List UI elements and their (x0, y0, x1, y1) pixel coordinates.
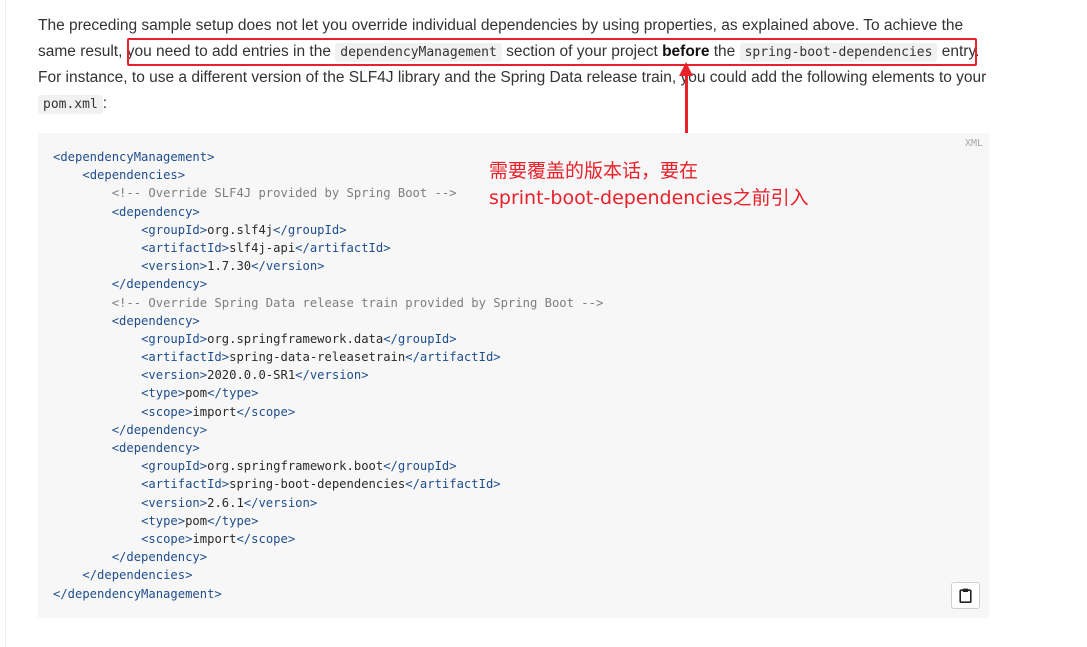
xml-tag: </type> (207, 513, 259, 528)
xml-tag: </groupId> (383, 331, 457, 346)
red-arrow-head-icon (679, 62, 693, 76)
xml-value: import (192, 531, 237, 546)
inline-code-pom-xml: pom.xml (38, 94, 103, 114)
xml-value: pom (185, 386, 208, 401)
code-line: <dependency> (53, 312, 603, 330)
copy-button[interactable] (951, 582, 980, 609)
code-line: <version>2020.0.0-SR1</version> (53, 366, 603, 384)
xml-tag: <artifactId> (141, 477, 230, 492)
clipboard-icon (959, 588, 972, 603)
xml-tag: <dependencies> (82, 168, 186, 183)
xml-tag: </dependency> (111, 277, 208, 292)
xml-tag: <version> (141, 368, 208, 383)
xml-value: org.springframework.data (207, 331, 384, 346)
xml-tag: </dependencyManagement> (53, 586, 222, 601)
xml-tag: <type> (141, 513, 186, 528)
xml-tag: <groupId> (141, 459, 208, 474)
xml-tag: </artifactId> (295, 240, 391, 255)
xml-tag: </groupId> (273, 222, 347, 237)
xml-tag: <dependency> (111, 441, 200, 455)
xml-tag: </version> (295, 368, 369, 383)
annotation-line-1: 需要覆盖的版本话，要在 (489, 160, 699, 182)
xml-comment: <!-- Override Spring Data release train … (111, 295, 604, 310)
xml-tag: <dependency> (111, 313, 200, 328)
page-left-rule (5, 0, 6, 647)
code-language-label: XML (964, 138, 983, 149)
code-line: <type>pom</type> (53, 512, 603, 530)
xml-value: 2020.0.0-SR1 (207, 368, 296, 383)
xml-value: slf4j-api (229, 240, 296, 255)
annotation-text: 需要覆盖的版本话，要在 sprint-boot-dependencies之前引入 (489, 158, 809, 212)
xml-tag: </version> (251, 259, 325, 274)
xml-tag: <type> (141, 386, 186, 401)
xml-tag: </dependency> (111, 550, 208, 565)
code-line: <artifactId>spring-data-releasetrain</ar… (53, 348, 603, 366)
xml-value: spring-boot-dependencies (229, 477, 406, 492)
code-line: <!-- Override Spring Data release train … (53, 294, 604, 312)
code-line: </dependencies> (53, 566, 603, 584)
xml-value: 2.6.1 (207, 495, 244, 510)
xml-tag: <version> (141, 259, 208, 274)
red-highlight-box (127, 38, 977, 66)
code-line: <version>2.6.1</version> (53, 494, 603, 512)
code-line: </dependency> (53, 275, 603, 293)
xml-tag: <dependencyManagement> (53, 150, 215, 164)
code-line: <version>1.7.30</version> (53, 257, 603, 275)
xml-tag: </artifactId> (405, 350, 501, 365)
annotation-line-2: sprint-boot-dependencies之前引入 (489, 187, 809, 209)
xml-value: import (192, 404, 237, 419)
xml-value: 1.7.30 (207, 259, 252, 274)
code-line: </dependencyManagement> (53, 585, 603, 603)
xml-tag: </version> (243, 495, 318, 510)
xml-tag: <groupId> (141, 222, 208, 237)
code-line: <artifactId>slf4j-api</artifactId> (53, 239, 603, 257)
xml-value: org.springframework.boot (207, 459, 384, 474)
xml-comment: <!-- Override SLF4J provided by Spring B… (111, 186, 457, 201)
xml-tag: </type> (207, 386, 259, 401)
code-line: </dependency> (53, 421, 603, 439)
xml-value: org.slf4j (207, 222, 274, 237)
xml-value: spring-data-releasetrain (229, 350, 406, 365)
xml-tag: <scope> (141, 531, 193, 546)
code-line: <type>pom</type> (53, 384, 603, 402)
xml-tag: </dependencies> (82, 568, 193, 583)
code-line: <groupId>org.springframework.data</group… (53, 330, 603, 348)
xml-tag: <artifactId> (141, 350, 230, 365)
code-line: </dependency> (53, 548, 603, 566)
code-content[interactable]: <dependencyManagement> <dependencies> <!… (53, 148, 603, 603)
code-line: <dependency> (53, 439, 603, 457)
xml-tag: </artifactId> (405, 477, 501, 492)
xml-tag: <version> (141, 495, 208, 510)
xml-tag: <dependency> (111, 204, 200, 219)
xml-tag: </scope> (236, 531, 296, 546)
code-line: <groupId>org.springframework.boot</group… (53, 457, 603, 475)
xml-tag: </dependency> (111, 422, 208, 437)
xml-tag: </groupId> (383, 459, 457, 474)
xml-tag: <scope> (141, 404, 193, 419)
paragraph-text-5: : (102, 94, 108, 112)
code-line: <scope>import</scope> (53, 530, 603, 548)
code-line: <scope>import</scope> (53, 403, 603, 421)
xml-tag: </scope> (236, 404, 296, 419)
xml-tag: <groupId> (141, 331, 208, 346)
code-line: <groupId>org.slf4j</groupId> (53, 221, 603, 239)
xml-value: pom (185, 513, 208, 528)
xml-tag: <artifactId> (141, 240, 230, 255)
code-line: <artifactId>spring-boot-dependencies</ar… (53, 475, 603, 493)
